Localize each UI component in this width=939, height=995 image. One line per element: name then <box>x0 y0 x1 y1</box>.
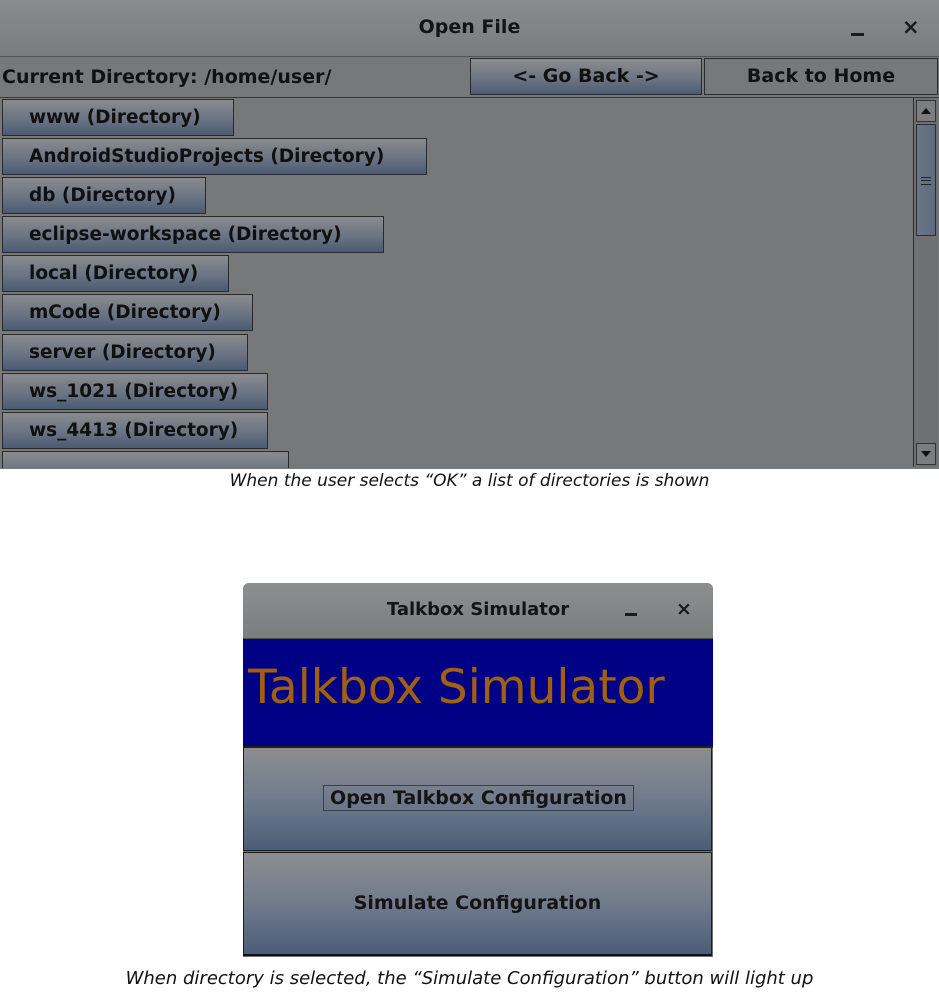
scrollbar-thumb[interactable] <box>916 124 936 236</box>
minimize-icon[interactable] <box>851 33 864 36</box>
directory-item[interactable]: server (Directory) <box>2 334 248 371</box>
grip-icon <box>921 177 931 185</box>
simulate-configuration-button[interactable]: Simulate Configuration <box>243 852 712 956</box>
close-icon[interactable]: × <box>902 17 920 38</box>
scroll-down-icon[interactable] <box>916 443 936 465</box>
window-title: Open File <box>418 16 521 38</box>
caption-talkbox: When directory is selected, the “Simulat… <box>125 968 814 989</box>
directory-item[interactable]: mCode (Directory) <box>2 294 253 331</box>
directory-item[interactable]: ws_4413 (Directory) <box>2 412 268 449</box>
back-to-home-button[interactable]: Back to Home <box>704 58 938 95</box>
button-label: Open Talkbox Configuration <box>323 785 634 811</box>
minimize-icon[interactable] <box>625 613 637 616</box>
talkbox-banner: Talkbox Simulator <box>243 639 713 748</box>
directory-item[interactable]: eclipse-workspace (Directory) <box>2 216 384 253</box>
talkbox-simulator-window: Talkbox Simulator × Talkbox Simulator Op… <box>243 583 713 957</box>
directory-list: www (Directory) AndroidStudioProjects (D… <box>0 98 912 468</box>
go-back-button[interactable]: <- Go Back -> <box>470 58 702 95</box>
vertical-scrollbar[interactable] <box>913 98 938 467</box>
open-file-titlebar: Open File × <box>0 0 939 57</box>
open-file-window: Open File × Current Directory: /home/use… <box>0 0 939 469</box>
window-title: Talkbox Simulator <box>386 599 570 620</box>
caption-open-file: When the user selects “OK” a list of dir… <box>229 471 710 491</box>
directory-item[interactable]: db (Directory) <box>2 177 206 214</box>
directory-item[interactable]: AndroidStudioProjects (Directory) <box>2 138 427 175</box>
directory-item[interactable]: local (Directory) <box>2 255 229 292</box>
talkbox-titlebar: Talkbox Simulator × <box>243 583 713 639</box>
banner-title: Talkbox Simulator <box>248 660 665 715</box>
scroll-up-icon[interactable] <box>916 100 936 122</box>
open-talkbox-configuration-button[interactable]: Open Talkbox Configuration <box>243 747 712 851</box>
directory-item-partial[interactable] <box>2 451 289 468</box>
directory-item[interactable]: ws_1021 (Directory) <box>2 373 268 410</box>
current-directory-label: Current Directory: /home/user/ <box>2 66 332 88</box>
button-label: Simulate Configuration <box>353 892 602 914</box>
directory-bar: Current Directory: /home/user/ <- Go Bac… <box>0 57 939 98</box>
close-icon[interactable]: × <box>676 599 692 620</box>
directory-item[interactable]: www (Directory) <box>2 99 234 136</box>
